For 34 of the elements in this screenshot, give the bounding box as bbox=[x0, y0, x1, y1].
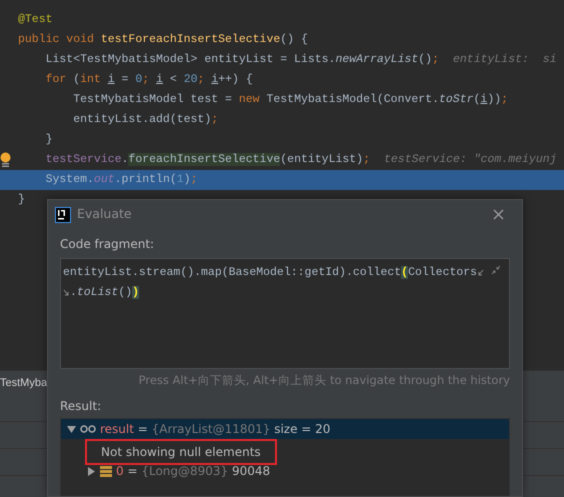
field-label: Code fragment: bbox=[59, 236, 156, 253]
code-line: entityList.add(test); bbox=[72, 113, 218, 126]
code-line: for (int i = 0; i < 20; i++) { bbox=[44, 73, 253, 86]
tab-label[interactable]: TestMyba bbox=[0, 377, 48, 389]
lightbulb-icon[interactable] bbox=[0, 152, 11, 168]
close-button[interactable] bbox=[493, 209, 504, 220]
inline-value-hint: entityList: si bbox=[453, 53, 557, 66]
collapse-icon[interactable] bbox=[491, 265, 501, 275]
wrap-icon bbox=[477, 269, 484, 277]
app-logo-icon bbox=[55, 206, 71, 222]
code-line: entityList.stream().map(BaseModel::getId).collect(Collectors bbox=[63, 265, 478, 281]
expander-icon[interactable] bbox=[87, 466, 96, 476]
code-line: @Test bbox=[18, 13, 53, 26]
code-line: List<TestMybatisModel> entityList = Lists.newArrayList(); bbox=[44, 53, 439, 66]
code-line: .toList()) bbox=[70, 285, 140, 301]
tree-message: Not showing null elements bbox=[85, 439, 277, 466]
inline-value-hint: testService: "com.meiyunj bbox=[384, 153, 557, 166]
list-item-icon bbox=[100, 466, 112, 477]
code-line: System.out.println(1); bbox=[44, 173, 198, 186]
code-line: testService.foreachInsertSelective(entityList); bbox=[44, 153, 370, 166]
history-hint: Press Alt+向下箭头, Alt+向上箭头 to navigate through the history bbox=[138, 372, 511, 389]
tree-node-label: result = {ArrayList@11801} size = 20 bbox=[100, 421, 330, 438]
code-line: TestMybatisModel test = new TestMybatisModel(Convert.toStr(i)); bbox=[72, 93, 508, 106]
watch-icon bbox=[80, 425, 96, 434]
code-line: } bbox=[18, 193, 25, 206]
tree-row[interactable]: result = {ArrayList@11801} size = 20 bbox=[61, 419, 509, 440]
expander-icon[interactable] bbox=[67, 424, 76, 434]
code-line: public void testForeachInsertSelective() { bbox=[18, 33, 308, 46]
wrap-icon bbox=[63, 289, 70, 297]
tree-node-label: 0 = {Long@8903} 90048 bbox=[116, 463, 270, 480]
field-label: Result: bbox=[59, 398, 102, 416]
code-line: } bbox=[44, 133, 53, 146]
dialog-title: Evaluate bbox=[77, 205, 132, 224]
code-fragment-editor[interactable]: entityList.stream().map(BaseModel::getId).collect(Collectors .toList()) bbox=[60, 258, 510, 369]
